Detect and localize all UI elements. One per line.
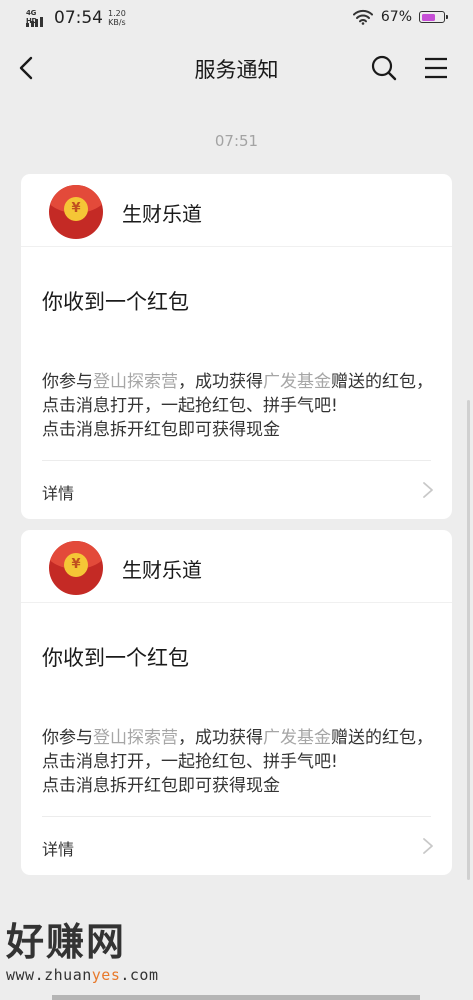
chevron-left-icon [19, 56, 33, 80]
wifi-icon [352, 9, 373, 25]
bottom-edge-bar [52, 995, 420, 1000]
details-row[interactable]: 详情 [21, 461, 452, 519]
chevron-right-icon [423, 482, 433, 498]
search-icon [371, 55, 397, 81]
card-header[interactable]: ¥ 生财乐道 [21, 530, 452, 603]
status-bar-left: 4G HD 07:54 1.20 KB/s [26, 8, 126, 28]
message-timestamp: 07:51 [214, 132, 259, 150]
network-speed-unit: KB/s [108, 18, 126, 27]
more-menu-button[interactable] [420, 52, 452, 84]
notification-card[interactable]: ¥ 生财乐道 你收到一个红包 你参与登山探索营，成功获得广发基金赠送的红包，点击… [21, 530, 452, 875]
status-bar-right: 67% [352, 9, 448, 25]
red-envelope-avatar-icon: ¥ [49, 185, 103, 239]
yuan-coin-icon: ¥ [64, 553, 88, 577]
desc-text: 点击消息拆开红包即可获得现金 [42, 776, 280, 796]
desc-text: ，成功获得 [178, 728, 263, 748]
watermark-url-accent: yes [91, 966, 121, 984]
nav-bar: 服务通知 [0, 36, 473, 100]
event-link[interactable]: 登山探索营 [93, 728, 178, 748]
card-title: 你收到一个红包 [42, 646, 189, 670]
back-button[interactable] [12, 50, 42, 86]
site-watermark: 好赚网 www.zhuanyes.com [6, 920, 206, 990]
hamburger-menu-icon [425, 57, 447, 79]
search-button[interactable] [368, 52, 400, 84]
account-name: 生财乐道 [122, 558, 202, 582]
details-label: 详情 [42, 840, 75, 859]
notification-card[interactable]: ¥ 生财乐道 你收到一个红包 你参与登山探索营，成功获得广发基金赠送的红包，点击… [21, 174, 452, 519]
sponsor-link[interactable]: 广发基金 [263, 728, 331, 748]
desc-text: 你参与 [42, 372, 93, 392]
watermark-logo-text: 好赚网 [6, 920, 127, 964]
desc-text: 你参与 [42, 728, 93, 748]
status-bar: 4G HD 07:54 1.20 KB/s 67% [0, 0, 473, 36]
watermark-url: www.zhuanyes.com [6, 966, 159, 984]
chevron-right-icon [423, 838, 433, 854]
page-title: 服务通知 [194, 58, 279, 82]
account-name: 生财乐道 [122, 202, 202, 226]
details-label: 详情 [42, 484, 75, 503]
event-link[interactable]: 登山探索营 [93, 372, 178, 392]
signal-strength-icon: 4G HD [26, 9, 48, 27]
scrollbar[interactable] [467, 400, 470, 880]
red-envelope-avatar-icon: ¥ [49, 541, 103, 595]
yuan-coin-icon: ¥ [64, 197, 88, 221]
battery-percent: 67% [380, 9, 412, 25]
desc-text: 点击消息拆开红包即可获得现金 [42, 420, 280, 440]
battery-icon [419, 11, 448, 23]
network-speed: 1.20 KB/s [108, 9, 126, 27]
details-row[interactable]: 详情 [21, 817, 452, 875]
card-description: 你参与登山探索营，成功获得广发基金赠送的红包，点击消息打开，一起抢红包、拼手气吧… [42, 370, 434, 442]
watermark-url-part: .com [120, 966, 159, 984]
network-speed-value: 1.20 [108, 9, 126, 18]
battery-fill [421, 13, 435, 21]
watermark-url-part: www.zhuan [6, 966, 92, 984]
card-header[interactable]: ¥ 生财乐道 [21, 174, 452, 247]
sponsor-link[interactable]: 广发基金 [263, 372, 331, 392]
desc-text: ，成功获得 [178, 372, 263, 392]
card-description: 你参与登山探索营，成功获得广发基金赠送的红包，点击消息打开，一起抢红包、拼手气吧… [42, 726, 434, 798]
card-title: 你收到一个红包 [42, 290, 189, 314]
status-time: 07:54 [54, 8, 103, 28]
